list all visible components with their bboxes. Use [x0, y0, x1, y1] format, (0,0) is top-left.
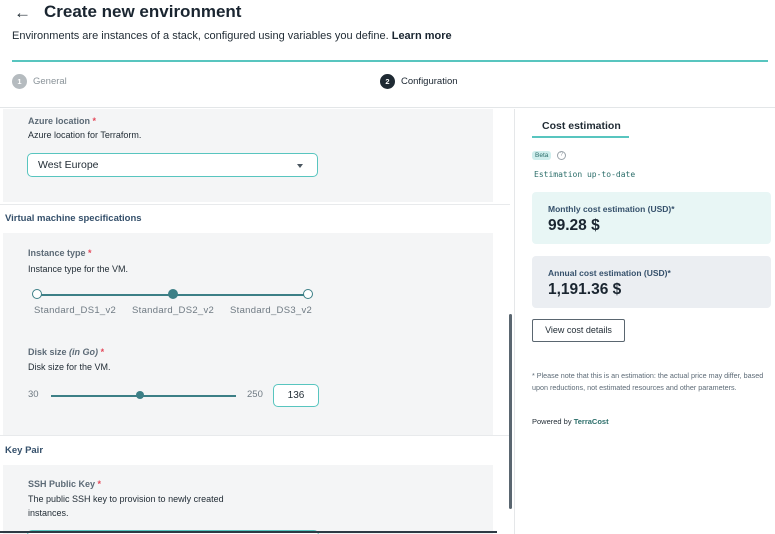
- view-cost-details-button[interactable]: View cost details: [532, 319, 625, 342]
- section-divider: [0, 204, 510, 205]
- disk-size-unit: (in Go): [69, 347, 99, 357]
- vm-section-title: Virtual machine specifications: [5, 213, 142, 224]
- instance-option-ds2[interactable]: Standard_DS2_v2: [132, 305, 214, 316]
- disk-size-thumb[interactable]: [136, 391, 145, 399]
- disk-size-description: Disk size for the VM.: [28, 362, 111, 372]
- step-label: General: [33, 76, 67, 87]
- chevron-down-icon: [297, 164, 303, 168]
- monthly-cost-card: Monthly cost estimation (USD)* 99.28 $: [532, 192, 771, 244]
- bottom-border: [0, 531, 497, 533]
- ssh-key-description-line: The public SSH key to provision to newly…: [28, 494, 224, 504]
- ssh-key-label: SSH Public Key *: [28, 479, 101, 489]
- required-mark: *: [92, 116, 97, 126]
- key-pair-section-title: Key Pair: [5, 445, 44, 456]
- step-configuration[interactable]: 2 Configuration: [380, 74, 458, 89]
- estimation-status: Estimation up-to-date: [534, 170, 636, 179]
- select-value: West Europe: [38, 159, 99, 171]
- step-number: 1: [12, 74, 27, 89]
- header-divider: [12, 60, 768, 62]
- field-label-text: Azure location: [28, 116, 91, 126]
- disk-size-label: Disk size (in Go) *: [28, 347, 104, 357]
- form-scrollbar[interactable]: [509, 314, 512, 509]
- page-subtitle: Environments are instances of a stack, c…: [12, 30, 452, 42]
- cost-disclaimer: * Please note that this is an estimation…: [532, 371, 764, 392]
- ssh-key-description: The public SSH key to provision to newly…: [28, 492, 224, 520]
- field-label-text: Instance type: [28, 248, 86, 258]
- step-general[interactable]: 1 General: [12, 74, 67, 89]
- disk-size-input[interactable]: 136: [273, 384, 319, 407]
- page-title: Create new environment: [44, 2, 242, 21]
- terracost-link[interactable]: TerraCost: [574, 417, 609, 426]
- cost-estimation-panel: Cost estimation Beta ? Estimation up-to-…: [514, 109, 775, 534]
- disk-size-min: 30: [28, 389, 39, 400]
- annual-cost-card: Annual cost estimation (USD)* 1,191.36 $: [532, 256, 771, 308]
- annual-cost-label: Annual cost estimation (USD)*: [548, 268, 671, 278]
- stepper: 1 General 2 Configuration: [0, 68, 775, 108]
- powered-by: Powered by TerraCost: [532, 417, 609, 426]
- cost-estimation-tab[interactable]: Cost estimation: [542, 120, 621, 132]
- instance-type-description: Instance type for the VM.: [28, 264, 129, 274]
- azure-location-description: Azure location for Terraform.: [28, 130, 142, 140]
- instance-type-node-1[interactable]: [32, 289, 42, 299]
- azure-location-select[interactable]: West Europe: [27, 153, 318, 177]
- required-mark: *: [100, 347, 105, 357]
- field-label-text: Disk size: [28, 347, 67, 357]
- beta-badge: Beta: [532, 151, 552, 160]
- instance-option-ds3[interactable]: Standard_DS3_v2: [230, 305, 312, 316]
- ssh-key-card: SSH Public Key * The public SSH key to p…: [3, 465, 493, 534]
- help-icon[interactable]: ?: [557, 151, 566, 160]
- instance-option-ds1[interactable]: Standard_DS1_v2: [34, 305, 116, 316]
- instance-type-node-3[interactable]: [303, 289, 313, 299]
- instance-type-node-2[interactable]: [168, 289, 178, 299]
- back-arrow-icon[interactable]: ←: [14, 3, 31, 23]
- required-mark: *: [97, 479, 102, 489]
- azure-location-card: Azure location * Azure location for Terr…: [3, 109, 493, 202]
- step-number: 2: [380, 74, 395, 89]
- required-mark: *: [88, 248, 92, 258]
- page-header: ← Create new environment Environments ar…: [0, 0, 775, 62]
- field-label-text: SSH Public Key: [28, 479, 96, 489]
- powered-by-text: Powered by: [532, 417, 572, 426]
- vm-specs-card: Instance type * Instance type for the VM…: [3, 233, 493, 435]
- azure-location-label: Azure location *: [28, 116, 96, 126]
- monthly-cost-label: Monthly cost estimation (USD)*: [548, 204, 675, 214]
- tab-underline: [532, 136, 629, 138]
- instance-type-label: Instance type *: [28, 248, 92, 258]
- subtitle-text: Environments are instances of a stack, c…: [12, 30, 389, 42]
- annual-cost-value: 1,191.36 $: [548, 281, 622, 298]
- configuration-form: Azure location * Azure location for Terr…: [0, 109, 510, 534]
- section-divider: [0, 435, 510, 436]
- ssh-key-description-line: instances.: [28, 508, 69, 518]
- monthly-cost-value: 99.28 $: [548, 217, 600, 234]
- learn-more-link[interactable]: Learn more: [392, 30, 452, 42]
- disk-size-max: 250: [247, 389, 263, 400]
- step-label: Configuration: [401, 76, 458, 87]
